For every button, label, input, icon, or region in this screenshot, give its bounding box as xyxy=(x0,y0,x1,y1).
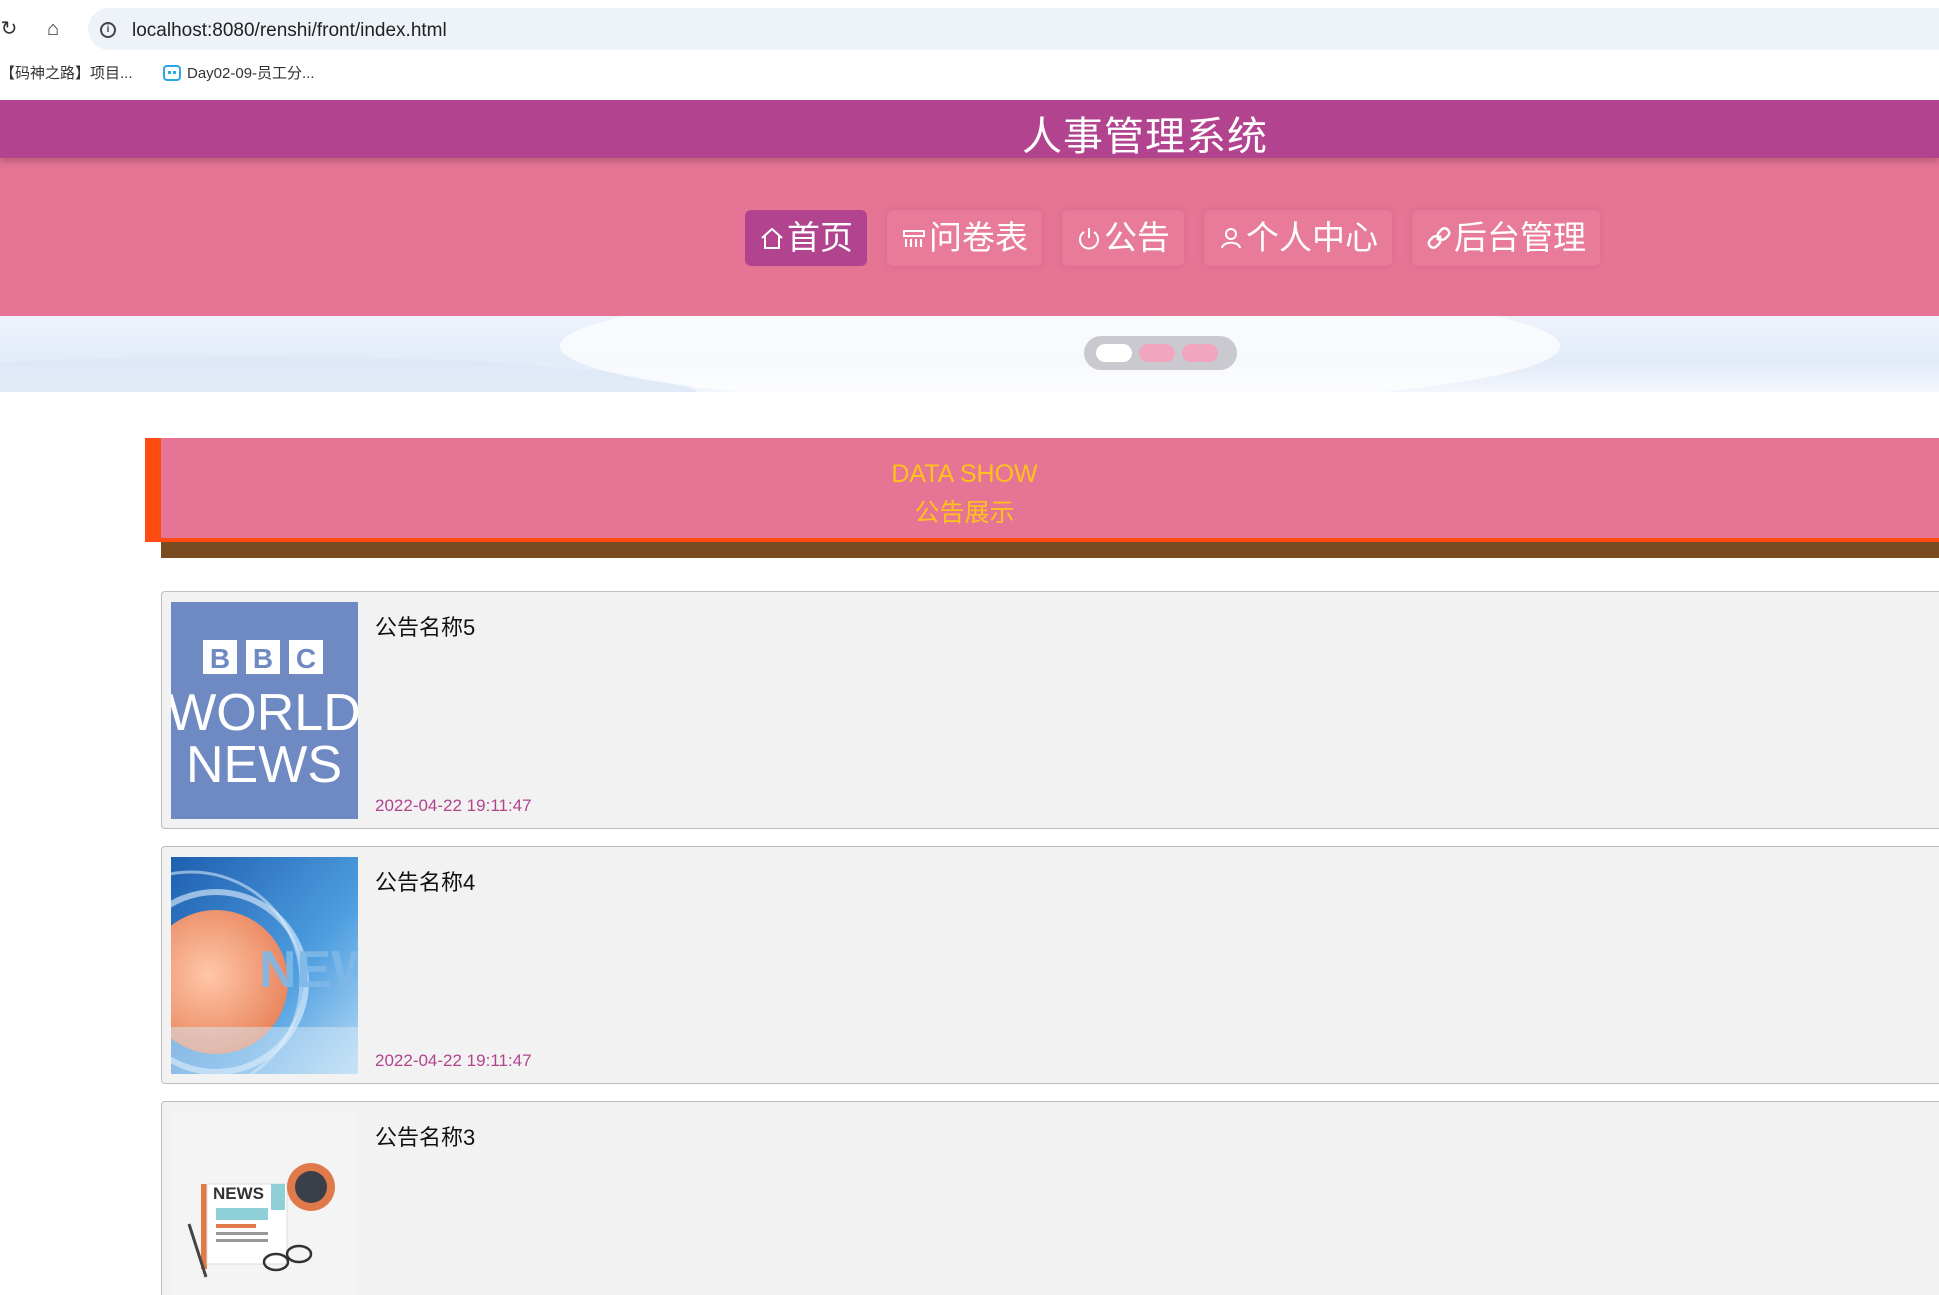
svg-text:NEWS: NEWS xyxy=(186,736,342,794)
svg-text:WORLD: WORLD xyxy=(171,684,358,742)
nav-band: 首页 问卷表 公告 个人中心 后台管理 xyxy=(0,158,1939,316)
news-thumbnail-bbc[interactable]: B B C WORLD NEWS xyxy=(171,602,358,819)
news-date: 2022-04-22 19:11:47 xyxy=(375,796,532,815)
globe-news-image: NEW xyxy=(171,857,358,1074)
carousel-indicators xyxy=(1084,336,1237,370)
carousel-dot[interactable] xyxy=(1139,344,1175,362)
section-title-zh: 公告展示 xyxy=(914,499,1015,527)
power-icon xyxy=(1079,228,1099,250)
carousel-dot[interactable] xyxy=(1096,344,1132,362)
nav-item-label: 公告 xyxy=(1104,219,1170,256)
address-row: ↻ ⌂ i localhost:8080/renshi/front/index.… xyxy=(0,6,1939,50)
nav-item-label: 首页 xyxy=(787,219,853,256)
svg-text:C: C xyxy=(296,643,316,674)
nav-item-notice[interactable]: 公告 xyxy=(1062,210,1184,266)
nav-item-admin[interactable]: 后台管理 xyxy=(1412,210,1600,266)
info-icon[interactable]: i xyxy=(100,22,116,38)
news-card[interactable]: NEW 公告名称4 2022-04-22 19:11:47 xyxy=(161,846,1939,1084)
nav-item-personal-center[interactable]: 个人中心 xyxy=(1204,210,1392,266)
home-icon xyxy=(761,227,783,249)
news-title[interactable]: 公告名称4 xyxy=(375,865,475,897)
svg-text:NEWS: NEWS xyxy=(213,1184,264,1203)
site-title: 人事管理系统 xyxy=(1022,115,1268,159)
section-title-en: DATA SHOW xyxy=(891,460,1038,488)
news-thumbnail-newspaper[interactable]: NEWS xyxy=(171,1112,358,1295)
user-icon xyxy=(1221,228,1241,249)
news-thumbnail-globe[interactable]: NEW xyxy=(171,857,358,1074)
reload-icon[interactable]: ↻ xyxy=(0,16,22,42)
url-text[interactable]: localhost:8080/renshi/front/index.html xyxy=(132,20,447,42)
news-title[interactable]: 公告名称3 xyxy=(375,1120,475,1152)
bookmark-item[interactable]: 【码神之路】项目... xyxy=(0,62,133,83)
nav-item-questionnaire[interactable]: 问卷表 xyxy=(887,210,1042,266)
svg-text:NEW: NEW xyxy=(259,941,358,999)
browser-chrome: ↻ ⌂ i localhost:8080/renshi/front/index.… xyxy=(0,0,1939,100)
nav-item-label: 后台管理 xyxy=(1454,219,1586,256)
grid-icon xyxy=(903,230,925,247)
news-card[interactable]: NEWS 公告名称3 xyxy=(161,1101,1939,1295)
news-card[interactable]: B B C WORLD NEWS 公告名称5 2022-04-22 19:11:… xyxy=(161,591,1939,829)
section-heading: DATA SHOW 公告展示 xyxy=(145,438,1939,542)
nav-item-label: 问卷表 xyxy=(929,219,1028,256)
bookmark-item[interactable]: Day02-09-员工分... xyxy=(163,62,315,83)
news-date: 2022-04-22 19:11:47 xyxy=(375,1051,532,1070)
svg-text:B: B xyxy=(253,643,273,674)
link-icon xyxy=(1427,226,1451,250)
svg-text:B: B xyxy=(210,643,230,674)
home-button-icon[interactable]: ⌂ xyxy=(40,16,66,42)
news-title[interactable]: 公告名称5 xyxy=(375,610,475,642)
main-nav: 首页 问卷表 公告 个人中心 后台管理 xyxy=(745,210,1600,266)
section-underline xyxy=(161,542,1939,558)
nav-item-home[interactable]: 首页 xyxy=(745,210,867,266)
carousel-dot[interactable] xyxy=(1182,344,1218,362)
newspaper-illustration-image: NEWS xyxy=(171,1112,358,1295)
banner-carousel xyxy=(0,316,1939,392)
site-header: 人事管理系统 xyxy=(0,100,1939,159)
bilibili-icon xyxy=(163,65,181,81)
bbc-world-news-image: B B C WORLD NEWS xyxy=(171,602,358,819)
nav-item-label: 个人中心 xyxy=(1246,219,1378,256)
